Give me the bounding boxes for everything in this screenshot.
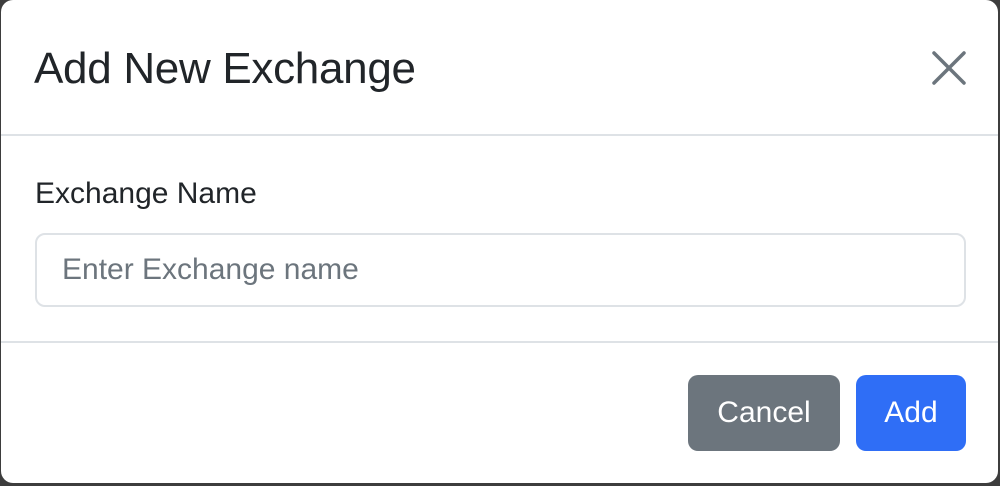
modal-body: Exchange Name xyxy=(1,136,998,343)
close-icon xyxy=(932,51,966,85)
close-button[interactable] xyxy=(929,48,969,88)
exchange-name-label: Exchange Name xyxy=(35,177,257,210)
add-button[interactable]: Add xyxy=(856,375,966,451)
modal-title: Add New Exchange xyxy=(34,44,416,93)
exchange-name-input[interactable] xyxy=(35,233,966,307)
modal-header: Add New Exchange xyxy=(1,0,998,136)
add-exchange-modal: Add New Exchange Exchange Name Cancel Ad… xyxy=(1,0,998,483)
cancel-button[interactable]: Cancel xyxy=(688,375,840,451)
